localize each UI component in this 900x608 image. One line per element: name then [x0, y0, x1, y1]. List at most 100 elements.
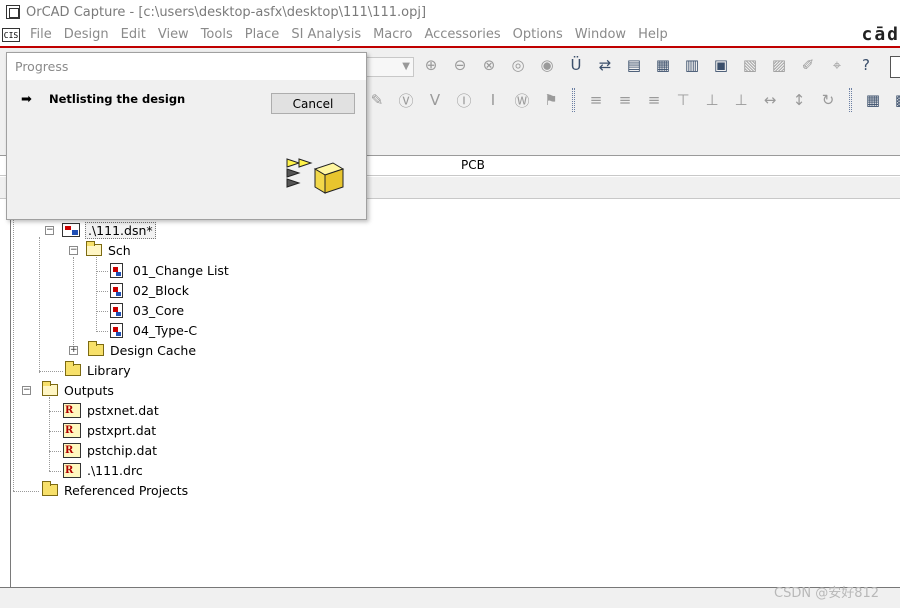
- distribute-vertical-icon[interactable]: ↕: [788, 89, 810, 111]
- project-tree: − .\111.dsn* − Sch 01_Change List 02_Blo…: [10, 199, 900, 587]
- tab-pcb[interactable]: PCB: [461, 158, 485, 172]
- folder-icon: [88, 341, 104, 356]
- tree-item-output-file[interactable]: R .\111.drc: [63, 461, 143, 479]
- drag-icon[interactable]: ✐: [797, 54, 819, 76]
- tree-item-referenced-projects[interactable]: Referenced Projects: [42, 481, 188, 499]
- document-icon[interactable]: CIS: [2, 28, 20, 42]
- sch-label: Sch: [108, 242, 131, 258]
- voltage-diff-icon[interactable]: V: [424, 89, 446, 111]
- voltage-marker-icon[interactable]: Ⓥ: [395, 89, 417, 111]
- tree-item-design-cache[interactable]: Design Cache: [88, 341, 196, 359]
- status-bar: [0, 588, 900, 608]
- align-center-icon[interactable]: ≡: [614, 89, 636, 111]
- tree-item-library[interactable]: Library: [65, 361, 131, 379]
- window-title: OrCAD Capture - [c:\users\desktop-asfx\d…: [26, 4, 427, 20]
- menu-view[interactable]: View: [154, 24, 197, 46]
- bias-icon[interactable]: ⚑: [540, 89, 562, 111]
- collapse-sch-toggle[interactable]: −: [69, 246, 78, 255]
- zoom-combo[interactable]: ▼: [366, 57, 414, 77]
- collapse-design-toggle[interactable]: −: [45, 226, 54, 235]
- zoom-area-icon[interactable]: ⊗: [478, 54, 500, 76]
- tree-item-page[interactable]: 04_Type-C: [110, 321, 197, 339]
- dialog-titlebar[interactable]: Progress: [7, 53, 366, 80]
- collapse-outputs-toggle[interactable]: −: [22, 386, 31, 395]
- toolbar-separator: [572, 88, 575, 112]
- tree-item-sch[interactable]: Sch: [86, 241, 131, 259]
- title-bar: OrCAD Capture - [c:\users\desktop-asfx\d…: [0, 0, 900, 24]
- menu-si-analysis[interactable]: SI Analysis: [287, 24, 369, 46]
- output-file-label: pstxnet.dat: [87, 402, 159, 418]
- tree-connector: [96, 257, 97, 332]
- menu-accessories[interactable]: Accessories: [420, 24, 508, 46]
- bom-icon[interactable]: ▥: [681, 54, 703, 76]
- current-marker-icon[interactable]: Ⓘ: [453, 89, 475, 111]
- report-file-icon: R: [63, 402, 81, 418]
- zoom-in-icon[interactable]: ⊕: [420, 54, 442, 76]
- menu-edit[interactable]: Edit: [117, 24, 154, 46]
- chevron-down-icon[interactable]: ▼: [402, 61, 410, 72]
- align-top-icon[interactable]: ⊤: [672, 89, 694, 111]
- zoom-out-icon[interactable]: ⊖: [449, 54, 471, 76]
- tree-item-design[interactable]: .\111.dsn*: [62, 221, 156, 239]
- menu-window[interactable]: Window: [571, 24, 634, 46]
- tree-connector: [49, 411, 61, 412]
- output-file-label: pstchip.dat: [87, 442, 158, 458]
- current-probe-icon[interactable]: I: [482, 89, 504, 111]
- distribute-horizontal-icon[interactable]: ↔: [759, 89, 781, 111]
- update-icon[interactable]: ⇄: [594, 54, 616, 76]
- schematic-page-icon: [110, 302, 123, 318]
- tree-item-output-file[interactable]: R pstchip.dat: [63, 441, 157, 459]
- tree-connector: [96, 271, 108, 272]
- tree-connector: [49, 431, 61, 432]
- arrow-right-icon: ➡: [21, 92, 32, 107]
- align-left-icon[interactable]: ≡: [585, 89, 607, 111]
- menu-macro[interactable]: Macro: [369, 24, 420, 46]
- annotate-icon[interactable]: ▤: [623, 54, 645, 76]
- tree-connector: [96, 291, 108, 292]
- report-icon[interactable]: ▣: [710, 54, 732, 76]
- tree-item-page[interactable]: 03_Core: [110, 301, 184, 319]
- cancel-button[interactable]: Cancel: [271, 93, 355, 114]
- snap-grid-icon[interactable]: ▧: [739, 54, 761, 76]
- unknown-part-icon[interactable]: Ü: [565, 54, 587, 76]
- toolbar-row-1: ⊕ ⊖ ⊗ ◎ ◉ Ü ⇄ ▤ ▦ ▥ ▣ ▧ ▨ ✐ ⌖ ?: [420, 54, 877, 76]
- database-icon[interactable]: ▦: [862, 89, 884, 111]
- folder-icon: [42, 481, 58, 496]
- probe-icon[interactable]: ✎: [366, 89, 388, 111]
- menu-design[interactable]: Design: [60, 24, 117, 46]
- menu-help[interactable]: Help: [634, 24, 676, 46]
- power-marker-icon[interactable]: Ⓦ: [511, 89, 533, 111]
- output-file-label: .\111.drc: [87, 462, 143, 478]
- expand-design-cache-toggle[interactable]: +: [69, 346, 78, 355]
- align-middle-icon[interactable]: ⊥: [701, 89, 723, 111]
- netlist-animation-icon: [286, 158, 345, 194]
- tree-item-output-file[interactable]: R pstxprt.dat: [63, 421, 156, 439]
- tree-connector: [39, 237, 40, 373]
- tree-item-page[interactable]: 01_Change List: [110, 261, 229, 279]
- align-right-icon[interactable]: ≡: [643, 89, 665, 111]
- eye-icon[interactable]: ◉: [536, 54, 558, 76]
- menu-tools[interactable]: Tools: [197, 24, 241, 46]
- area-select-icon[interactable]: ▨: [768, 54, 790, 76]
- connect-icon[interactable]: ⌖: [826, 54, 848, 76]
- netlist-icon[interactable]: ▦: [652, 54, 674, 76]
- toolbar-row-2: ✎ Ⓥ V Ⓘ I Ⓦ ⚑ ≡ ≡ ≡ ⊤ ⊥ ⊥ ↔ ↕ ↻ ▦ ▩: [366, 88, 900, 112]
- menu-options[interactable]: Options: [509, 24, 571, 46]
- rotate-icon[interactable]: ↻: [817, 89, 839, 111]
- menu-place[interactable]: Place: [241, 24, 288, 46]
- referenced-projects-label: Referenced Projects: [64, 482, 189, 498]
- app-icon: [6, 5, 20, 19]
- tree-item-page[interactable]: 02_Block: [110, 281, 189, 299]
- open-folder-icon: [86, 241, 102, 256]
- tree-item-outputs[interactable]: Outputs: [42, 381, 114, 399]
- menu-file[interactable]: File: [26, 24, 60, 46]
- help-icon[interactable]: ?: [855, 54, 877, 76]
- design-file-icon: [62, 223, 80, 237]
- align-bottom-icon[interactable]: ⊥: [730, 89, 752, 111]
- toolbar-separator: [849, 88, 852, 112]
- tree-item-output-file[interactable]: R pstxnet.dat: [63, 401, 159, 419]
- toolbar-overflow[interactable]: [890, 56, 900, 78]
- open-folder-icon: [42, 381, 58, 396]
- zoom-all-icon[interactable]: ◎: [507, 54, 529, 76]
- library-icon[interactable]: ▩: [891, 89, 900, 111]
